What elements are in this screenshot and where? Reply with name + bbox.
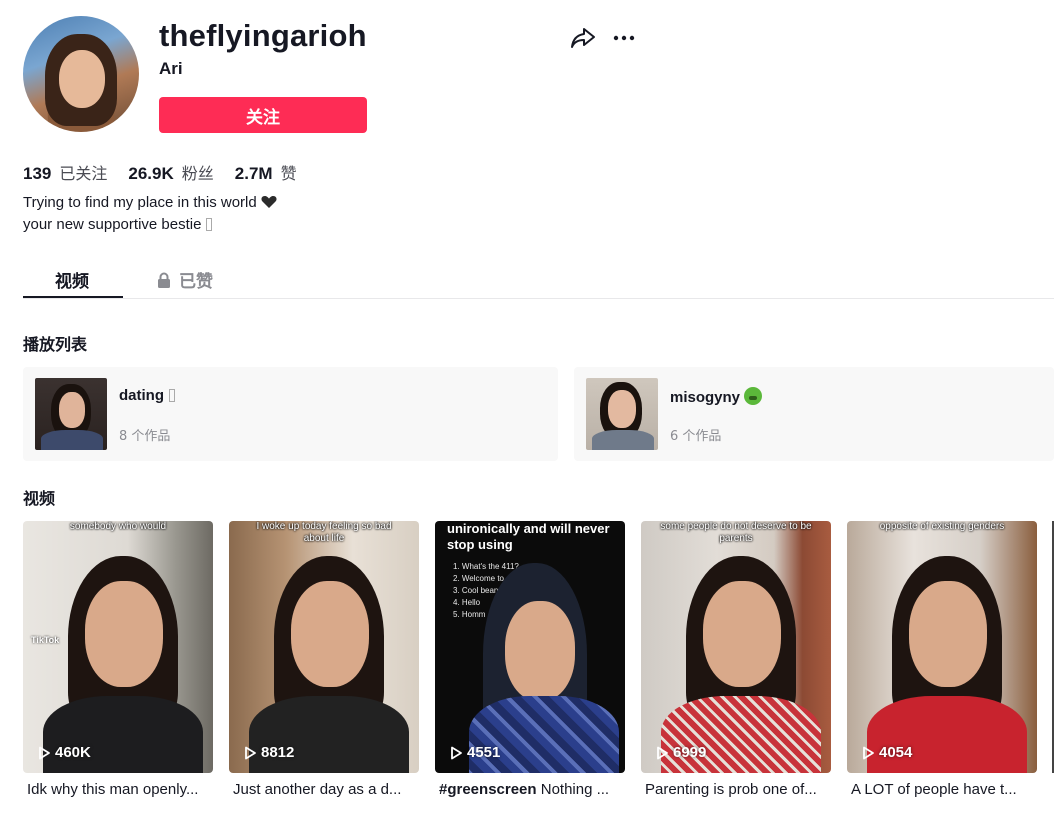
video-view-count: 460K — [37, 744, 91, 761]
video-overlay-text: I woke up today feeling so bad about lif… — [256, 521, 392, 544]
nauseated-face-icon — [744, 387, 763, 405]
profile-bio: Trying to find my place in this world yo… — [23, 192, 277, 236]
lock-icon — [158, 272, 170, 288]
playlist-card-dating[interactable]: dating 8 个作品 — [23, 367, 558, 461]
video-view-count: 8812 — [243, 744, 294, 761]
videos-heading: 视频 — [23, 489, 56, 508]
playlist-count: 8 个作品 — [119, 429, 171, 444]
share-icon[interactable] — [570, 26, 596, 50]
active-tab-indicator — [23, 296, 123, 298]
tab-liked[interactable]: 已赞 — [157, 267, 213, 292]
play-icon — [657, 746, 668, 759]
stat-likes-count: 2.7M — [234, 164, 273, 183]
playlist-thumbnail — [586, 378, 658, 450]
playlist-thumbnail — [35, 378, 107, 450]
playlist-card-misogyny[interactable]: misogyny 6 个作品 — [574, 367, 1054, 461]
profile-username: theflyingarioh — [159, 18, 367, 53]
stat-likes-label: 赞 — [280, 164, 297, 183]
stat-likes: 2.7M 赞 — [235, 160, 297, 184]
video-view-count: 4054 — [861, 744, 912, 761]
video-title[interactable]: A LOT of people have t... — [847, 781, 1037, 798]
video-title[interactable]: Parenting is prob one of... — [641, 781, 831, 798]
tiktok-watermark: TikTok — [31, 635, 60, 645]
stat-following-label: 已关注 — [59, 164, 108, 183]
video-view-count: 6999 — [655, 744, 706, 761]
tab-videos[interactable]: 视频 — [55, 267, 89, 292]
video-card[interactable]: some people do not deserve to be parents… — [641, 521, 831, 773]
video-view-count: 4551 — [449, 744, 500, 761]
play-icon — [451, 746, 462, 759]
more-options-icon[interactable] — [612, 26, 636, 50]
playlist-count: 6 个作品 — [670, 429, 722, 444]
video-card[interactable]: opposite of existing genders 4054 — [847, 521, 1037, 773]
play-icon — [39, 746, 50, 759]
profile-stats: 139 已关注 26.9K 粉丝 2.7M 赞 — [23, 160, 297, 184]
profile-nickname: Ari — [159, 59, 183, 78]
stat-followers-count: 26.9K — [128, 164, 174, 183]
video-title[interactable]: Just another day as a d... — [229, 781, 419, 798]
video-card[interactable]: unironically and will never stop using 1… — [435, 521, 625, 773]
black-heart-icon — [261, 196, 277, 208]
video-overlay-text: somebody who would — [69, 521, 167, 532]
video-overlay-text: unironically and will never stop using — [447, 521, 610, 552]
playlist-name: dating — [119, 387, 175, 404]
missing-glyph-icon — [169, 389, 175, 402]
video-card[interactable]: somebody who would TikTok 460K — [23, 521, 213, 773]
video-overlay-text: some people do not deserve to be parents — [660, 521, 812, 544]
video-title[interactable]: #greenscreen Nothing ... — [435, 781, 625, 798]
playlist-name: misogyny — [670, 387, 763, 406]
video-overlay-text: opposite of existing genders — [879, 521, 1005, 532]
play-icon — [245, 746, 256, 759]
hashtag-link[interactable]: #greenscreen — [439, 781, 537, 798]
video-card[interactable]: I woke up today feeling so bad about lif… — [229, 521, 419, 773]
follow-button[interactable]: 关注 — [159, 97, 367, 133]
bio-line-1: Trying to find my place in this world — [23, 194, 257, 211]
profile-avatar[interactable] — [23, 16, 139, 132]
stat-following[interactable]: 139 已关注 — [23, 160, 107, 184]
stat-following-count: 139 — [23, 164, 52, 183]
video-title[interactable]: Idk why this man openly... — [23, 781, 213, 798]
stat-followers-label: 粉丝 — [181, 164, 214, 183]
stat-followers[interactable]: 26.9K 粉丝 — [128, 160, 213, 184]
tab-liked-label: 已赞 — [179, 272, 213, 292]
bio-line-2: your new supportive bestie — [23, 216, 202, 233]
play-icon — [863, 746, 874, 759]
missing-glyph-icon — [206, 218, 213, 231]
playlists-heading: 播放列表 — [23, 335, 88, 354]
profile-tabs: 视频 已赞 — [23, 262, 1054, 299]
